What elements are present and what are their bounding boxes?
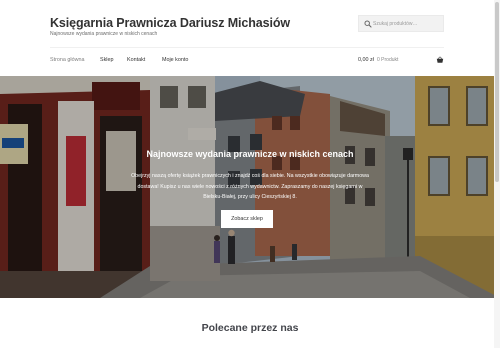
search-icon — [364, 20, 372, 28]
header-divider — [50, 47, 444, 48]
nav-item-my-account[interactable]: Moje konto — [162, 57, 188, 63]
basket-icon — [436, 56, 444, 63]
site-header: Księgarnia Prawnicza Dariusz Michasiów N… — [0, 0, 500, 76]
nav-item-contact[interactable]: Kontakt — [127, 57, 145, 63]
cart-amount: 0,00 zł — [358, 57, 374, 63]
search-box[interactable] — [358, 15, 444, 32]
hero-description: Obejrzyj naszą ofertę książek prawniczyc… — [131, 173, 369, 200]
page-scrollbar[interactable] — [494, 0, 500, 348]
nav-item-home[interactable]: Strona główna — [50, 57, 84, 63]
search-input[interactable] — [373, 18, 443, 30]
featured-section-title: Polecane przez nas — [201, 322, 299, 334]
hero-banner: Najnowsze wydania prawnicze w niskich ce… — [0, 76, 500, 298]
view-shop-button[interactable]: Zobacz sklep — [221, 210, 273, 228]
nav-item-shop[interactable]: Sklep — [100, 57, 114, 63]
cart-link[interactable]: 0,00 zł 0 Produkt — [358, 56, 444, 67]
scrollbar-thumb[interactable] — [495, 2, 499, 182]
site-title[interactable]: Księgarnia Prawnicza Dariusz Michasiów — [50, 16, 290, 30]
hero-title: Najnowsze wydania prawnicze w niskich ce… — [146, 149, 354, 159]
site-tagline: Najnowsze wydania prawnicze w niskich ce… — [50, 31, 158, 37]
cart-count: 0 Produkt — [377, 57, 399, 63]
